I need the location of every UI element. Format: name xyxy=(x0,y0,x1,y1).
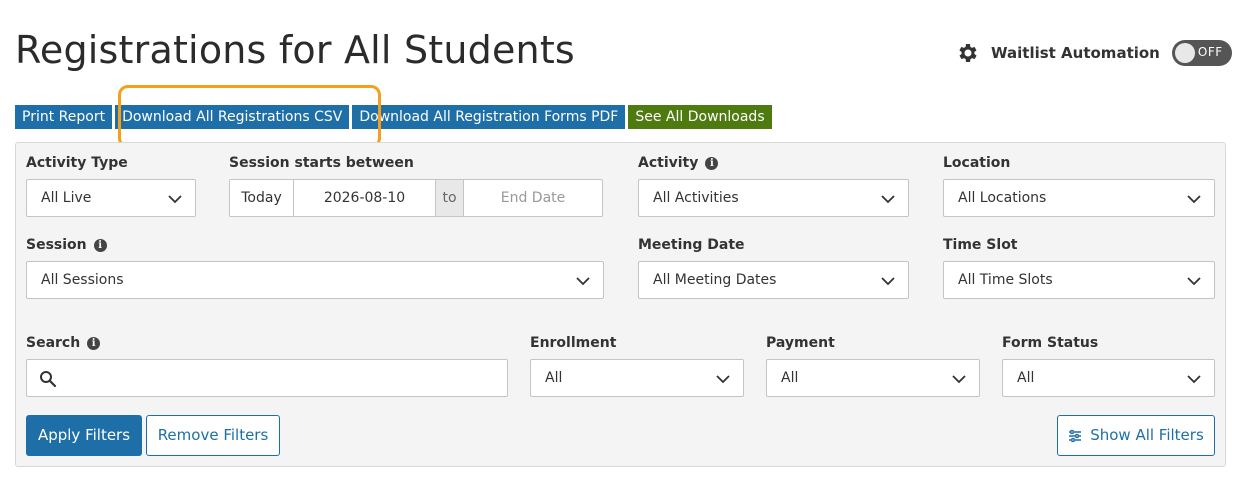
session-select[interactable]: All Sessions xyxy=(26,261,604,299)
form-status-label: Form Status xyxy=(1002,335,1099,351)
chevron-down-icon xyxy=(881,195,895,204)
meeting-date-value: All Meeting Dates xyxy=(653,272,777,288)
page-title: Registrations for All Students xyxy=(15,28,575,72)
enrollment-value: All xyxy=(545,370,563,386)
download-pdf-button[interactable]: Download All Registration Forms PDF xyxy=(352,105,626,129)
gear-icon[interactable] xyxy=(955,41,979,65)
start-date-input[interactable]: 2026-08-10 xyxy=(294,180,436,216)
show-all-filters-button[interactable]: Show All Filters xyxy=(1057,415,1215,456)
end-date-input[interactable]: End Date xyxy=(464,180,602,216)
print-report-button[interactable]: Print Report xyxy=(15,105,113,129)
enrollment-label: Enrollment xyxy=(530,335,617,351)
show-all-filters-label: Show All Filters xyxy=(1090,426,1204,444)
chevron-down-icon xyxy=(168,195,182,204)
search-input[interactable] xyxy=(67,360,497,396)
chevron-down-icon xyxy=(1187,277,1201,286)
payment-value: All xyxy=(781,370,799,386)
location-select[interactable]: All Locations xyxy=(943,179,1215,217)
today-button[interactable]: Today xyxy=(230,180,294,216)
meeting-date-select[interactable]: All Meeting Dates xyxy=(638,261,909,299)
location-value: All Locations xyxy=(958,190,1047,206)
form-status-value: All xyxy=(1017,370,1035,386)
search-field xyxy=(26,359,508,397)
location-label: Location xyxy=(943,155,1011,171)
info-icon[interactable]: i xyxy=(87,336,101,350)
activity-select[interactable]: All Activities xyxy=(638,179,909,217)
time-slot-select[interactable]: All Time Slots xyxy=(943,261,1215,299)
apply-filters-button[interactable]: Apply Filters xyxy=(26,415,142,456)
activity-label: Activity i xyxy=(638,155,719,171)
chevron-down-icon xyxy=(1187,195,1201,204)
toolbar: Print Report Download All Registrations … xyxy=(15,105,772,129)
chevron-down-icon xyxy=(576,277,590,286)
form-status-select[interactable]: All xyxy=(1002,359,1215,397)
sliders-icon xyxy=(1069,429,1082,442)
session-starts-label: Session starts between xyxy=(229,155,414,171)
remove-filters-button[interactable]: Remove Filters xyxy=(146,415,280,456)
chevron-down-icon xyxy=(881,277,895,286)
enrollment-select[interactable]: All xyxy=(530,359,744,397)
waitlist-toggle[interactable]: OFF xyxy=(1171,40,1232,66)
session-label: Session i xyxy=(26,237,107,253)
chevron-down-icon xyxy=(1187,375,1201,384)
activity-type-label: Activity Type xyxy=(26,155,128,171)
session-label-text: Session xyxy=(26,237,87,253)
activity-type-value: All Live xyxy=(41,190,92,206)
activity-value: All Activities xyxy=(653,190,739,206)
waitlist-label: Waitlist Automation xyxy=(991,44,1160,62)
time-slot-label: Time Slot xyxy=(943,237,1018,253)
toggle-knob xyxy=(1174,43,1195,63)
info-icon[interactable]: i xyxy=(93,238,107,252)
info-icon[interactable]: i xyxy=(705,156,719,170)
date-range-separator: to xyxy=(436,180,464,216)
activity-type-select[interactable]: All Live xyxy=(26,179,196,217)
search-icon xyxy=(40,371,57,388)
time-slot-value: All Time Slots xyxy=(958,272,1053,288)
payment-select[interactable]: All xyxy=(766,359,980,397)
waitlist-automation: Waitlist Automation OFF xyxy=(955,40,1232,66)
chevron-down-icon xyxy=(716,375,730,384)
meeting-date-label: Meeting Date xyxy=(638,237,745,253)
toggle-state: OFF xyxy=(1197,45,1223,59)
download-csv-button[interactable]: Download All Registrations CSV xyxy=(115,105,350,129)
see-all-downloads-button[interactable]: See All Downloads xyxy=(628,105,772,129)
search-label: Search i xyxy=(26,335,101,351)
chevron-down-icon xyxy=(952,375,966,384)
activity-label-text: Activity xyxy=(638,155,699,171)
search-label-text: Search xyxy=(26,335,81,351)
session-date-range: Today 2026-08-10 to End Date xyxy=(229,179,603,217)
session-value: All Sessions xyxy=(41,272,124,288)
payment-label: Payment xyxy=(766,335,835,351)
